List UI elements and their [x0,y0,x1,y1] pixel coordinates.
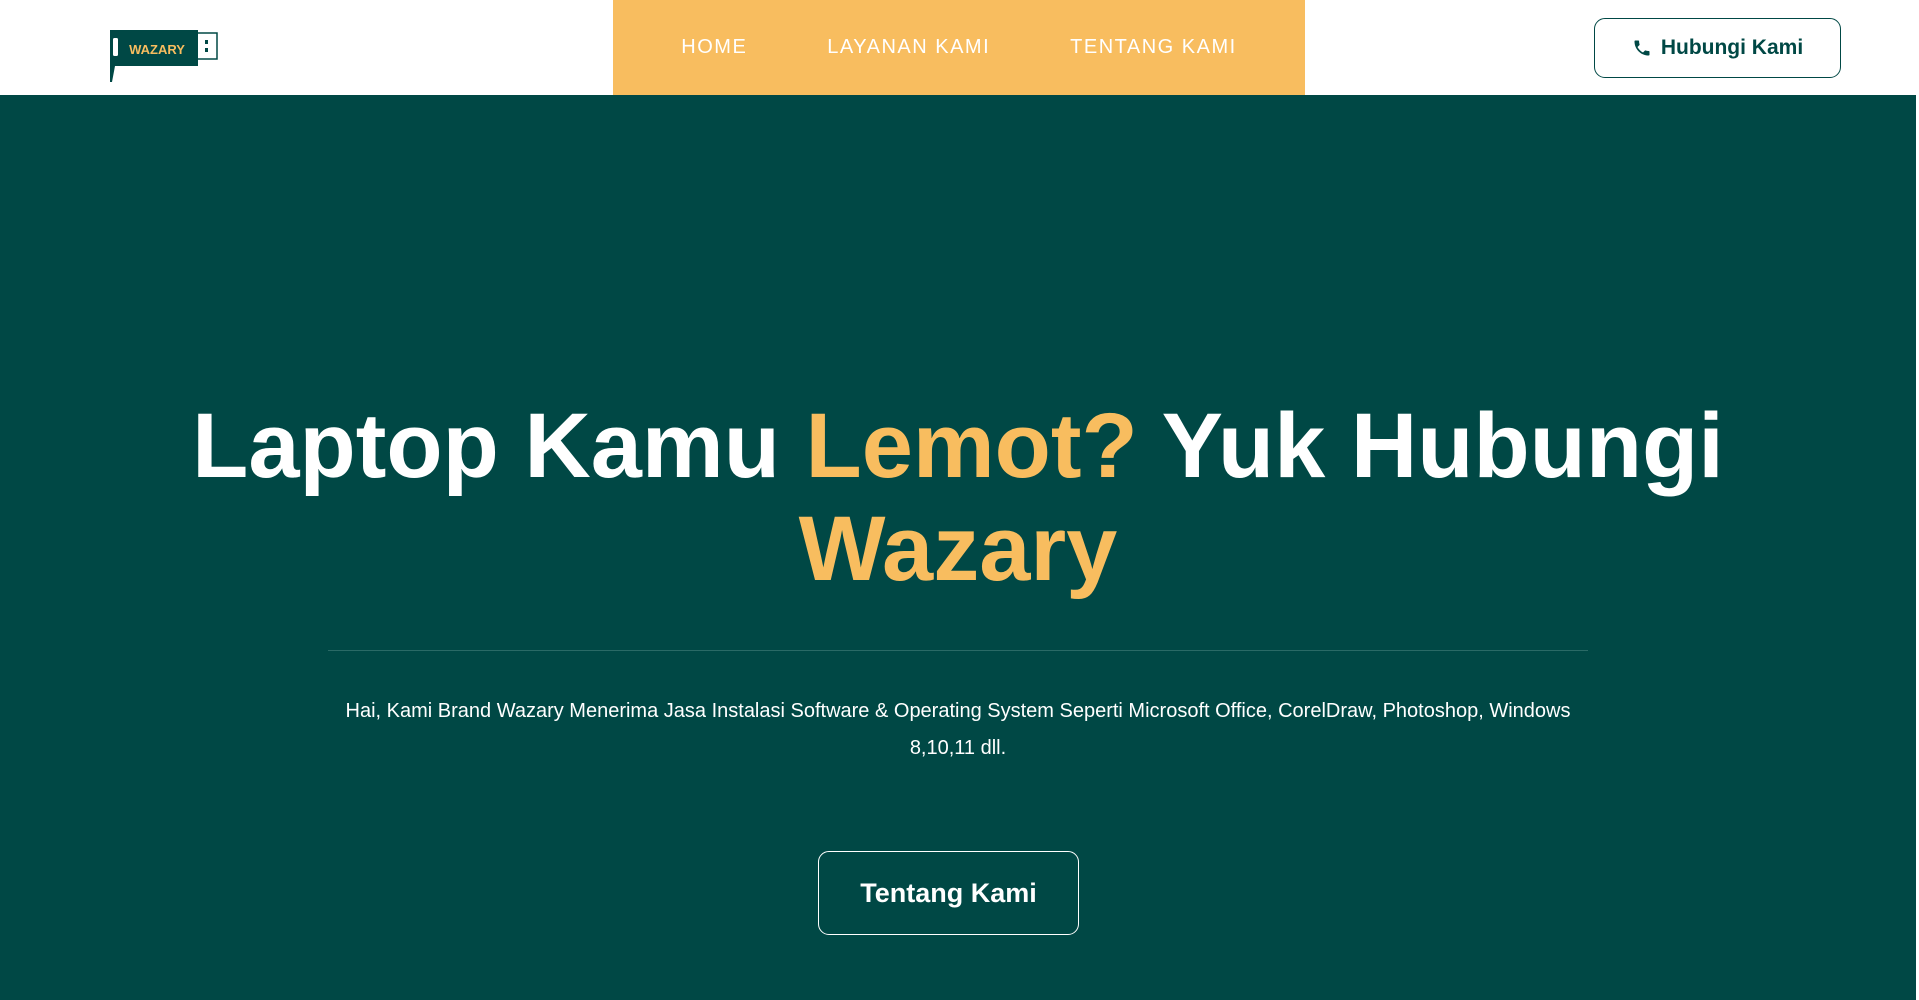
nav-home[interactable]: HOME [681,36,747,59]
logo-wordmark: WAZARY [129,42,185,57]
tentang-kami-button[interactable]: Tentang Kami [818,851,1079,935]
hubungi-kami-button[interactable]: Hubungi Kami [1594,18,1841,78]
hubungi-kami-label: Hubungi Kami [1660,36,1804,59]
hero-title-accent-wazary: Wazary [798,498,1118,600]
hero-title-part1: Laptop Kamu [192,395,806,497]
hero-description: Hai, Kami Brand Wazary Menerima Jasa Ins… [345,700,1571,759]
nav-tentang-kami[interactable]: TENTANG KAMI [1070,36,1237,59]
phone-icon [1634,40,1650,56]
hero-title: Laptop Kamu Lemot? Yuk Hubungi Wazary [0,395,1916,601]
nav-layanan-kami[interactable]: LAYANAN KAMI [827,36,990,59]
hero-section: Laptop Kamu Lemot? Yuk Hubungi Wazary Ha… [0,95,1916,1000]
page: WAZARY HOME LAYANAN KAMI TENTANG KAMI Hu… [0,0,1919,1000]
main-nav: HOME LAYANAN KAMI TENTANG KAMI [613,0,1305,95]
hero-divider [328,650,1588,651]
brand-logo[interactable]: WAZARY [109,29,219,83]
hero-title-part2: Yuk Hubungi [1137,395,1724,497]
hero-title-accent-lemot: Lemot? [805,395,1138,497]
site-header: WAZARY HOME LAYANAN KAMI TENTANG KAMI Hu… [0,0,1919,95]
wazary-logo-icon: WAZARY [110,30,218,82]
